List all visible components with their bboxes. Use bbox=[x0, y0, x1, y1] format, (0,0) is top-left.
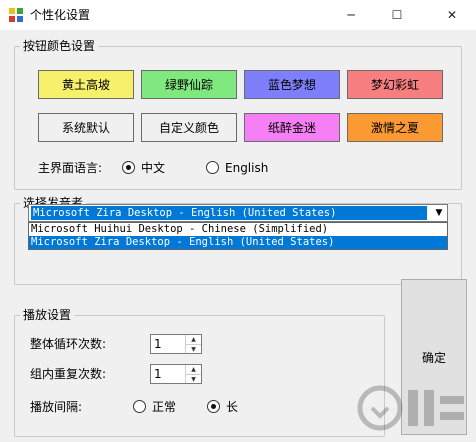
blue-theme-button[interactable]: 蓝色梦想 bbox=[244, 70, 340, 99]
spin-down-icon[interactable]: ▼ bbox=[185, 374, 201, 383]
language-english-radio[interactable] bbox=[206, 161, 219, 174]
rainbow-theme-button[interactable]: 梦幻彩虹 bbox=[347, 70, 443, 99]
playback-group-title: 播放设置 bbox=[20, 308, 75, 322]
spin-up-icon[interactable]: ▲ bbox=[185, 365, 201, 374]
palette-icon bbox=[9, 8, 23, 22]
custom-color-button[interactable]: 自定义颜色 bbox=[141, 113, 237, 142]
spin-up-icon[interactable]: ▲ bbox=[185, 335, 201, 344]
close-button[interactable]: ✕ bbox=[428, 0, 476, 30]
voice-select[interactable]: Microsoft Zira Desktop - English (United… bbox=[28, 204, 448, 222]
interval-normal-radio[interactable] bbox=[133, 400, 146, 413]
interval-long-radio[interactable] bbox=[207, 400, 220, 413]
voice-dropdown-list: Microsoft Huihui Desktop - Chinese (Simp… bbox=[28, 222, 448, 250]
green-theme-button[interactable]: 绿野仙踪 bbox=[141, 70, 237, 99]
button-color-group-title: 按钮颜色设置 bbox=[20, 39, 99, 53]
interval-long-label: 长 bbox=[226, 400, 239, 414]
language-chinese-label: 中文 bbox=[141, 161, 166, 175]
confirm-button-label: 确定 bbox=[421, 350, 446, 365]
window-title: 个性化设置 bbox=[30, 8, 91, 22]
orange-theme-button[interactable]: 激情之夏 bbox=[347, 113, 443, 142]
interval-normal-label: 正常 bbox=[152, 400, 177, 414]
spin-down-icon[interactable]: ▼ bbox=[185, 344, 201, 353]
language-chinese-radio[interactable] bbox=[122, 161, 135, 174]
minimize-button[interactable]: ─ bbox=[328, 0, 374, 30]
maximize-icon: ☐ bbox=[391, 8, 403, 22]
repeat-count-label: 组内重复次数: bbox=[30, 367, 107, 381]
title-bar: 个性化设置 ─ ☐ ✕ bbox=[0, 0, 476, 30]
voice-option-zira[interactable]: Microsoft Zira Desktop - English (United… bbox=[29, 236, 447, 249]
default-theme-button[interactable]: 系统默认 bbox=[38, 113, 134, 142]
download-logo bbox=[357, 385, 464, 431]
maximize-button[interactable]: ☐ bbox=[374, 0, 420, 30]
minimize-icon: ─ bbox=[347, 8, 355, 22]
loop-count-stepper[interactable]: 1 ▲ ▼ bbox=[150, 334, 202, 354]
repeat-count-value: 1 bbox=[154, 367, 162, 381]
repeat-count-stepper[interactable]: 1 ▲ ▼ bbox=[150, 364, 202, 384]
magenta-theme-button[interactable]: 纸醉金迷 bbox=[244, 113, 340, 142]
loop-count-label: 整体循环次数: bbox=[30, 337, 107, 351]
voice-select-value: Microsoft Zira Desktop - English (United… bbox=[31, 206, 427, 220]
voice-option-huihui[interactable]: Microsoft Huihui Desktop - Chinese (Simp… bbox=[29, 223, 447, 236]
language-english-label: English bbox=[225, 161, 269, 175]
language-label: 主界面语言: bbox=[38, 161, 103, 175]
chevron-down-icon[interactable]: ▼ bbox=[431, 205, 447, 221]
yellow-theme-button[interactable]: 黄土高坡 bbox=[38, 70, 134, 99]
close-icon: ✕ bbox=[446, 8, 458, 22]
interval-label: 播放间隔: bbox=[30, 400, 83, 414]
loop-count-value: 1 bbox=[154, 337, 162, 351]
